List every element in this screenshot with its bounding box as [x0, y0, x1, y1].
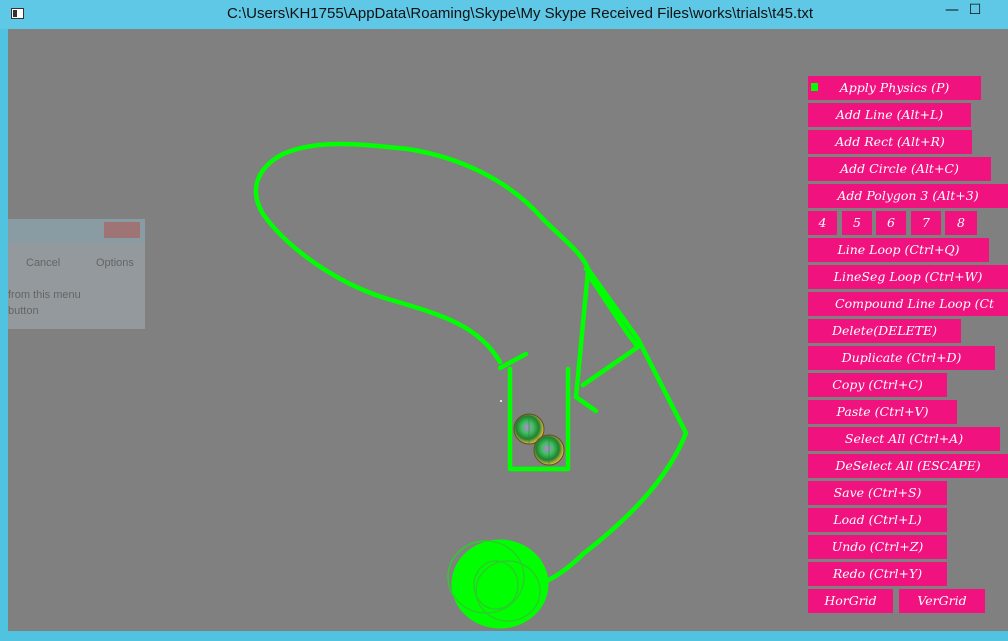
duplicate-button[interactable]: Duplicate (Ctrl+D): [808, 346, 995, 370]
polygon4-button[interactable]: 4: [808, 211, 837, 235]
add-rect-button[interactable]: Add Rect (Alt+R): [808, 130, 972, 154]
select-all-button[interactable]: Select All (Ctrl+A): [808, 427, 1000, 451]
undo-button[interactable]: Undo (Ctrl+Z): [808, 535, 947, 559]
save-button[interactable]: Save (Ctrl+S): [808, 481, 947, 505]
line-loop-button[interactable]: Line Loop (Ctrl+Q): [808, 238, 989, 262]
window-title: C:\Users\KH1755\AppData\Roaming\Skype\My…: [226, 5, 814, 22]
lineseg-loop-button[interactable]: LineSeg Loop (Ctrl+W): [808, 265, 1008, 289]
polygon8-button[interactable]: 8: [945, 211, 977, 235]
title-bar: C:\Users\KH1755\AppData\Roaming\Skype\My…: [0, 0, 1008, 29]
drawing-canvas[interactable]: Cancel Options from this menu button App…: [8, 29, 1008, 631]
delete-button[interactable]: Delete(DELETE): [808, 319, 961, 343]
copy-button[interactable]: Copy (Ctrl+C): [808, 373, 947, 397]
balls-group: [513, 413, 565, 466]
ver-grid-button[interactable]: VerGrid: [899, 589, 985, 613]
apply-physics-label: Apply Physics (P): [839, 80, 950, 95]
maximize-button[interactable]: ☐: [962, 0, 988, 22]
physics-indicator-icon: [811, 83, 818, 91]
compound-line-loop-button[interactable]: Compound Line Loop (Ct: [808, 292, 1008, 316]
redo-button[interactable]: Redo (Ctrl+Y): [808, 562, 947, 586]
paste-button[interactable]: Paste (Ctrl+V): [808, 400, 957, 424]
polygon5-button[interactable]: 5: [842, 211, 872, 235]
add-circle-button[interactable]: Add Circle (Alt+C): [808, 157, 991, 181]
cursor-dot: [500, 400, 502, 402]
polygon6-button[interactable]: 6: [876, 211, 906, 235]
scribble-blob[interactable]: [447, 539, 549, 629]
ramp-line-shape[interactable]: [535, 266, 689, 588]
balloon-loop-shape[interactable]: [253, 141, 591, 365]
add-polygon3-button[interactable]: Add Polygon 3 (Alt+3): [808, 184, 1008, 208]
polygon7-button[interactable]: 7: [911, 211, 941, 235]
load-button[interactable]: Load (Ctrl+L): [808, 508, 947, 532]
apply-physics-button[interactable]: Apply Physics (P): [808, 76, 981, 100]
add-line-button[interactable]: Add Line (Alt+L): [808, 103, 971, 127]
deselect-all-button[interactable]: DeSelect All (ESCAPE): [808, 454, 1008, 478]
hor-grid-button[interactable]: HorGrid: [808, 589, 893, 613]
